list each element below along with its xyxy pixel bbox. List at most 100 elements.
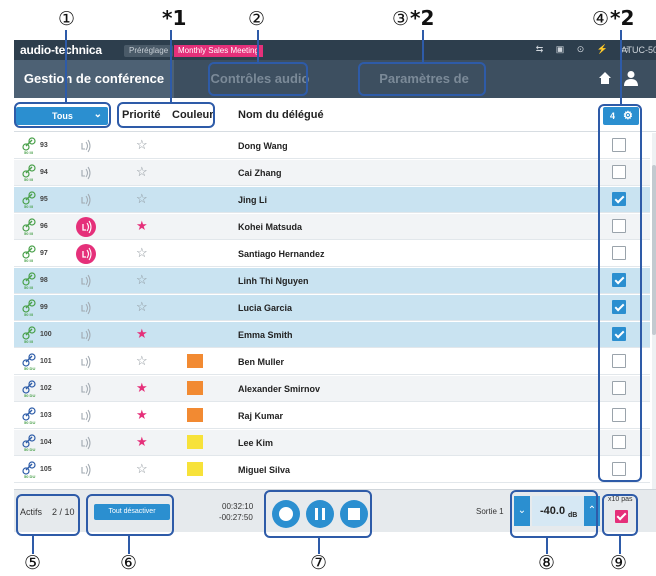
table-row[interactable]: 50 III 95 ☆ Jing Li — [14, 187, 650, 213]
seat-number: 104 — [40, 439, 52, 446]
unit-type: 50 DU — [24, 393, 36, 398]
delegate-name: Santiago Hernandez — [238, 249, 325, 259]
callout-note-1: *1 — [162, 6, 187, 30]
priority-star-icon[interactable]: ☆ — [136, 138, 148, 151]
table-row[interactable]: 50 III 100 ★ Emma Smith — [14, 322, 650, 348]
callout-1: ① — [58, 8, 76, 30]
microphone-icon[interactable] — [74, 164, 96, 182]
unit-type: 50 III — [24, 258, 33, 263]
microphone-icon[interactable] — [74, 191, 96, 209]
table-row[interactable]: 50 DU 105 ☆ Miguel Silva — [14, 457, 650, 483]
microphone-icon[interactable] — [74, 137, 96, 155]
highlight-deactivate — [86, 494, 174, 536]
unit-type: 50 III — [24, 177, 33, 182]
leader-9 — [619, 536, 621, 554]
table-row[interactable]: 50 III 98 ☆ Linh Thi Nguyen — [14, 268, 650, 294]
microphone-icon[interactable] — [74, 272, 96, 290]
table-row[interactable]: 50 III 96 ★ Kohei Matsuda — [14, 214, 650, 240]
seat-number: 93 — [40, 142, 48, 149]
output-label: Sortie 1 — [476, 507, 504, 516]
highlight-priority-color — [117, 102, 215, 128]
leader-3 — [422, 30, 424, 62]
remaining-time: -00:27:50 — [219, 513, 253, 522]
leader-8 — [546, 538, 548, 554]
color-swatch[interactable] — [187, 381, 203, 395]
highlight-step — [602, 494, 638, 536]
priority-star-icon[interactable]: ☆ — [136, 273, 148, 286]
microphone-icon[interactable] — [76, 217, 96, 237]
leader-7 — [318, 538, 320, 554]
priority-star-icon[interactable]: ☆ — [136, 300, 148, 313]
delegate-name: Dong Wang — [238, 141, 288, 151]
highlight-recorder — [264, 490, 372, 538]
callout-3: ③ — [392, 8, 410, 30]
priority-star-icon[interactable]: ★ — [136, 327, 148, 340]
delegate-name-header[interactable]: Nom du délégué — [238, 109, 324, 121]
table-row[interactable]: 50 DU 103 ★ Raj Kumar — [14, 403, 650, 429]
delegate-name: Linh Thi Nguyen — [238, 276, 309, 286]
microphone-icon[interactable] — [74, 407, 96, 425]
tab-conference-management[interactable]: Gestion de conférence — [14, 60, 174, 98]
system-bar: audio-technica Préréglage Monthly Sales … — [14, 40, 656, 60]
delegate-name: Kohei Matsuda — [238, 222, 303, 232]
unit-type: 50 DU — [24, 420, 36, 425]
priority-star-icon[interactable]: ☆ — [136, 354, 148, 367]
color-swatch[interactable] — [187, 435, 203, 449]
home-icon[interactable] — [598, 71, 612, 85]
seat-number: 101 — [40, 358, 52, 365]
microphone-icon[interactable] — [74, 353, 96, 371]
microphone-icon[interactable] — [74, 461, 96, 479]
color-swatch[interactable] — [187, 462, 203, 476]
leader-1 — [65, 30, 67, 102]
leader-4 — [620, 30, 622, 104]
delegate-list: 50 III 93 ☆ Dong Wang 50 III 94 ☆ Cai Zhang 50 I… — [14, 133, 656, 489]
unit-type: 50 III — [24, 150, 33, 155]
seat-number: 95 — [40, 196, 48, 203]
priority-star-icon[interactable]: ★ — [136, 435, 148, 448]
highlight-settings-tab — [358, 62, 486, 96]
callout-9: ⑨ — [610, 552, 628, 574]
preset-label: Préréglage — [124, 45, 174, 57]
color-swatch[interactable] — [187, 354, 203, 368]
callout-6: ⑥ — [120, 552, 138, 574]
elapsed-time: 00:32:10 — [222, 502, 254, 511]
table-row[interactable]: 50 DU 102 ★ Alexander Smirnov — [14, 376, 650, 402]
leader-5 — [32, 536, 34, 554]
table-row[interactable]: 50 III 97 ☆ Santiago Hernandez — [14, 241, 650, 267]
table-row[interactable]: 50 DU 104 ★ Lee Kim — [14, 430, 650, 456]
table-row[interactable]: 50 III 94 ☆ Cai Zhang — [14, 160, 650, 186]
unit-type: 50 III — [24, 312, 33, 317]
device-model: ATUC-50 — [621, 45, 656, 55]
priority-star-icon[interactable]: ★ — [136, 381, 148, 394]
seat-number: 103 — [40, 412, 52, 419]
preset-name[interactable]: Monthly Sales Meeting — [174, 45, 263, 57]
seat-number: 97 — [40, 250, 48, 257]
delegate-name: Alexander Smirnov — [238, 384, 321, 394]
microphone-icon[interactable] — [74, 299, 96, 317]
callout-2: ② — [248, 8, 266, 30]
table-row[interactable]: 50 DU 101 ☆ Ben Muller — [14, 349, 650, 375]
microphone-icon[interactable] — [76, 244, 96, 264]
user-icon[interactable] — [624, 70, 638, 86]
priority-star-icon[interactable]: ☆ — [136, 192, 148, 205]
screen: ① *1 ② ③ *2 ④ *2 ⑤ ⑥ ⑦ ⑧ ⑨ audio-technic… — [0, 0, 656, 576]
scrollbar-thumb[interactable] — [652, 165, 656, 335]
table-row[interactable]: 50 III 99 ☆ Lucia Garcia — [14, 295, 650, 321]
color-swatch[interactable] — [187, 408, 203, 422]
microphone-icon[interactable] — [74, 380, 96, 398]
brand-logo: audio-technica — [20, 43, 102, 57]
callout-note-2b: *2 — [610, 6, 635, 30]
priority-star-icon[interactable]: ★ — [136, 219, 148, 232]
leader-2 — [257, 30, 259, 62]
seat-number: 100 — [40, 331, 52, 338]
priority-star-icon[interactable]: ☆ — [136, 246, 148, 259]
priority-star-icon[interactable]: ☆ — [136, 165, 148, 178]
unit-type: 50 DU — [24, 366, 36, 371]
priority-star-icon[interactable]: ☆ — [136, 462, 148, 475]
seat-number: 98 — [40, 277, 48, 284]
table-row[interactable]: 50 III 93 ☆ Dong Wang — [14, 133, 650, 159]
delegate-name: Lee Kim — [238, 438, 274, 448]
microphone-icon[interactable] — [74, 326, 96, 344]
priority-star-icon[interactable]: ★ — [136, 408, 148, 421]
microphone-icon[interactable] — [74, 434, 96, 452]
